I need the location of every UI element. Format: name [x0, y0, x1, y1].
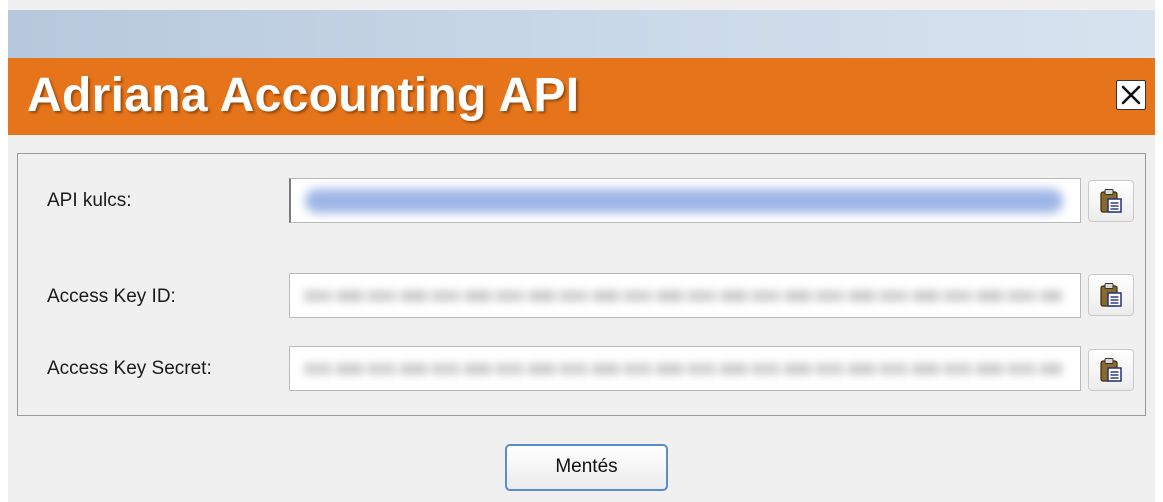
- credentials-panel: API kulcs: Access Key ID: Access Key Sec…: [17, 153, 1146, 416]
- clipboard-paste-icon: [1100, 358, 1122, 382]
- api-key-input[interactable]: [291, 179, 1080, 222]
- clipboard-paste-icon: [1100, 283, 1122, 307]
- api-key-field[interactable]: [289, 178, 1081, 223]
- access-key-secret-input[interactable]: [290, 347, 1080, 390]
- api-key-label: API kulcs:: [47, 190, 132, 211]
- close-button[interactable]: [1116, 80, 1146, 110]
- access-key-secret-field[interactable]: [289, 346, 1081, 391]
- access-key-id-label: Access Key ID:: [47, 286, 176, 307]
- dialog-title: Adriana Accounting API: [27, 69, 580, 122]
- paste-api-key-button[interactable]: [1088, 180, 1134, 222]
- clipboard-paste-icon: [1100, 189, 1122, 213]
- access-key-id-input[interactable]: [290, 274, 1080, 317]
- title-bar: Adriana Accounting API: [8, 58, 1155, 135]
- access-key-secret-label: Access Key Secret:: [47, 358, 212, 379]
- paste-access-key-id-button[interactable]: [1088, 274, 1134, 316]
- paste-access-key-secret-button[interactable]: [1088, 349, 1134, 391]
- window-top-gradient: [8, 10, 1155, 58]
- api-settings-dialog: Adriana Accounting API API kulcs: Access…: [8, 0, 1155, 502]
- access-key-id-field[interactable]: [289, 273, 1081, 318]
- save-button[interactable]: Mentés: [505, 444, 668, 491]
- close-icon: [1121, 85, 1141, 105]
